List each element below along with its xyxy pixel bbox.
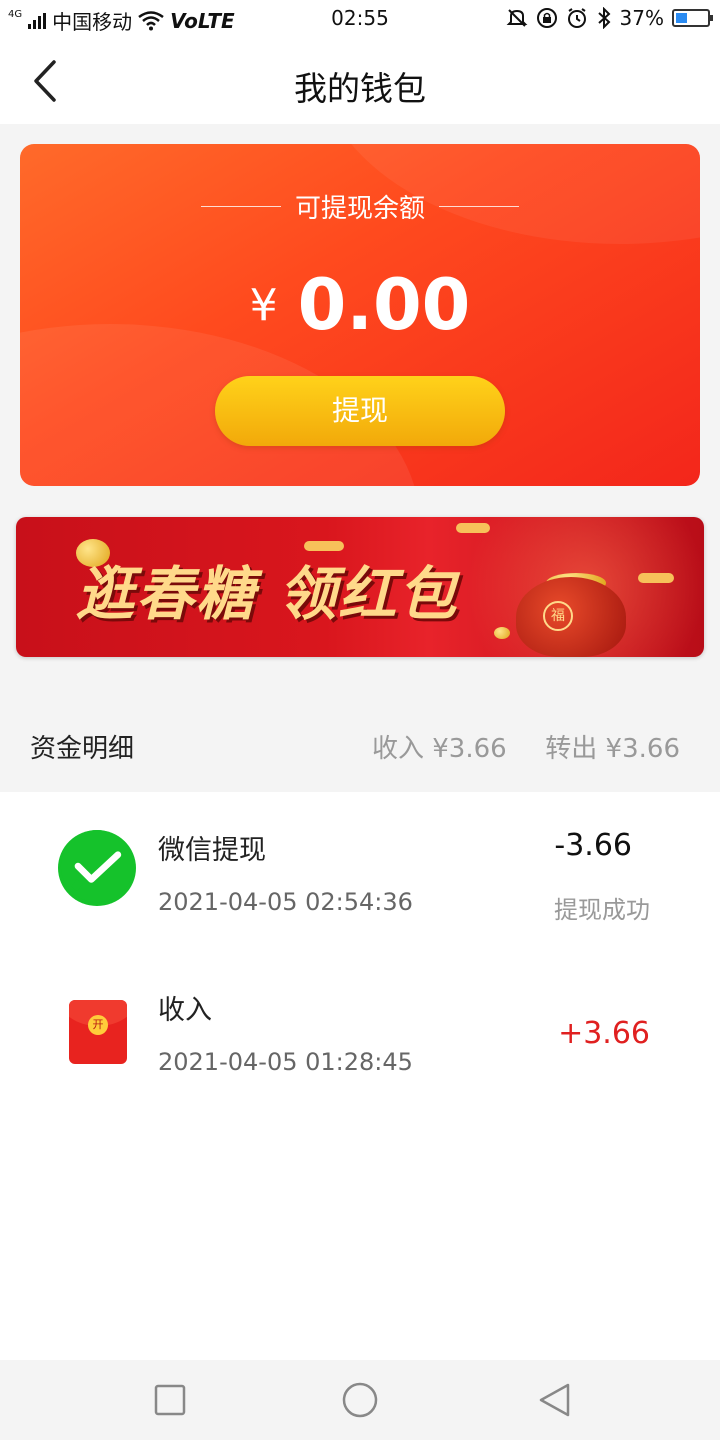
balance-label-row: 可提现余额 [20,188,700,225]
balance-amount: 0.00 [297,264,471,346]
rotation-lock-icon [536,8,557,28]
transactions-list: 微信提现 2021-04-05 02:54:36 -3.66 提现成功 开 收入… [0,792,720,1360]
transaction-time: 2021-04-05 01:28:45 [158,1048,413,1076]
home-circle-icon[interactable] [342,1382,378,1418]
banner-text: 逛春糖 领红包 [76,560,459,628]
bluetooth-icon [597,7,610,29]
transaction-name: 收入 [158,995,212,1026]
cloud-decoration [638,573,674,583]
divider-right [439,206,519,207]
red-packet-seal: 开 [88,1015,108,1035]
promo-banner[interactable]: 逛春糖 领红包 福 [16,517,704,657]
transactions-title: 资金明细 [30,734,135,764]
battery-level [676,13,688,23]
transaction-amount: +3.66 [558,1016,650,1051]
divider-left [200,206,281,207]
battery-percent: 37% [619,6,664,30]
balance-amount-row: ¥0.00 [20,264,700,346]
currency-symbol: ¥ [249,279,278,331]
balance-card: 可提现余额 ¥0.00 提现 [20,144,700,486]
status-right: 37% [506,6,713,30]
outgoing-summary: 转出 ¥3.66 [545,734,680,764]
transactions-header: 资金明细 收入 ¥3.66 转出 ¥3.66 [0,700,720,792]
page-title: 我的钱包 [294,69,426,108]
system-nav-bar [0,1360,720,1440]
status-bar: 4G 中国移动 VoLTE 02:55 37% [0,0,720,38]
recents-square-icon[interactable] [152,1382,188,1418]
nav-header: 我的钱包 [0,38,720,124]
back-triangle-icon[interactable] [536,1382,572,1418]
battery-icon [672,9,713,27]
red-packet-icon: 开 [69,1000,127,1064]
balance-label: 可提现余额 [294,194,425,224]
lucky-bag-mark: 福 [543,601,573,631]
withdraw-button[interactable]: 提现 [215,376,505,446]
alarm-icon [567,8,586,28]
coin-icon [494,627,510,639]
list-item[interactable]: 开 收入 2021-04-05 01:28:45 +3.66 [0,792,720,1076]
income-summary: 收入 ¥3.66 [372,734,507,764]
cloud-decoration [304,541,344,551]
mute-icon [506,9,527,27]
cloud-decoration [456,523,490,533]
